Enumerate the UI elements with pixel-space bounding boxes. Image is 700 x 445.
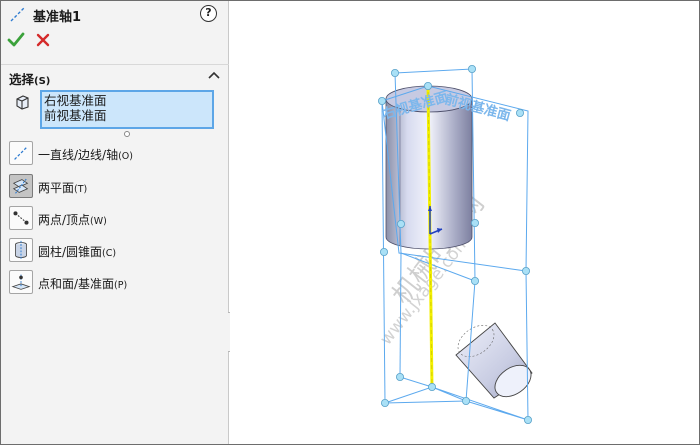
- selection-item[interactable]: 右视基准面: [44, 93, 210, 108]
- graphics-viewport[interactable]: 机械时代网 www.jxage.com 右视基准面 前视基准面: [230, 1, 699, 444]
- option-line-edge-axis[interactable]: 一直线/边线/轴(O): [9, 141, 224, 165]
- two-points-icon: [9, 206, 33, 230]
- point-plane-icon: [9, 270, 33, 294]
- ok-button[interactable]: [7, 31, 25, 49]
- reference-axis-icon: [10, 6, 26, 22]
- line-edge-axis-icon: [9, 141, 33, 165]
- selection-list-box[interactable]: 右视基准面 前视基准面: [40, 90, 214, 129]
- option-two-points[interactable]: 两点/顶点(W): [9, 206, 224, 230]
- selection-item[interactable]: 前视基准面: [44, 108, 210, 123]
- option-cylinder-cone[interactable]: 圆柱/圆锥面(C): [9, 238, 224, 262]
- chevron-up-icon[interactable]: [207, 69, 221, 81]
- cylinder-cone-icon: [9, 238, 33, 262]
- feature-title: 基准轴1: [33, 10, 82, 25]
- help-button[interactable]: ?: [200, 5, 217, 22]
- option-point-plane[interactable]: 点和面/基准面(P): [9, 270, 224, 294]
- property-manager-panel: 基准轴1 ? 选择(S) 右视基准面 前视基准面 一直线/边线/轴(O) 两平面…: [1, 1, 229, 444]
- option-two-planes[interactable]: 两平面(T): [9, 174, 224, 198]
- list-resize-handle[interactable]: [124, 131, 130, 137]
- small-cylinder[interactable]: [452, 319, 537, 403]
- cancel-button[interactable]: [35, 32, 51, 48]
- selection-section-header[interactable]: 选择(S): [1, 64, 229, 87]
- section-title: 选择(S): [9, 72, 51, 87]
- reference-selection-icon: [16, 95, 29, 110]
- two-planes-icon: [9, 174, 33, 198]
- panel-header: 基准轴1 ?: [1, 1, 229, 27]
- model-canvas: 机械时代网 www.jxage.com 右视基准面 前视基准面: [376, 65, 537, 424]
